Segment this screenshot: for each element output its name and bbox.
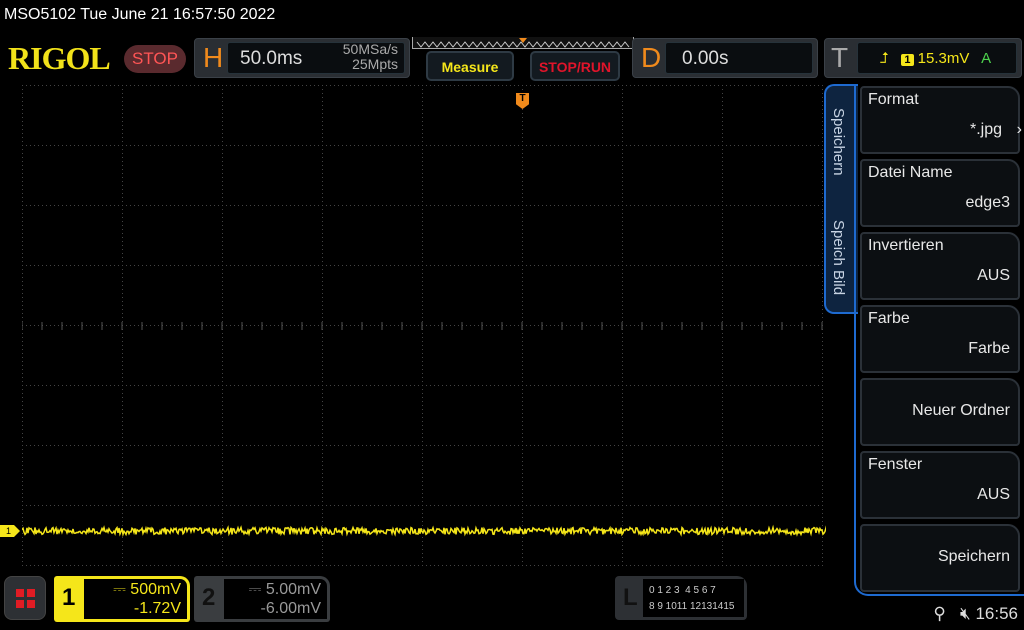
channel-2-number: 2 — [202, 584, 215, 612]
timebase-value: 50.0ms — [240, 48, 302, 70]
clock-time: 16:56 — [975, 604, 1018, 623]
menu-item-label: Farbe — [868, 310, 910, 328]
memory-overview-bar — [412, 37, 634, 49]
menu-item-label: Fenster — [868, 456, 922, 474]
menu-item-speichern[interactable]: Speichern — [860, 524, 1020, 592]
menu-item-value: *.jpg — [970, 121, 1002, 139]
mute-icon[interactable]: 🔇︎ — [960, 604, 971, 623]
acquisition-info: 50MSa/s 25Mpts — [330, 42, 398, 72]
channel-1-ground-marker[interactable]: 1 — [0, 525, 20, 537]
menu-tabs: Speichern Speich Bild — [824, 84, 858, 314]
logic-channels-row1: 0 1 2 3 4 5 6 7 — [649, 585, 716, 596]
menu-item-farbe[interactable]: Farbe Farbe — [860, 305, 1020, 373]
menu-item-label: Format — [868, 91, 919, 109]
trigger-info: ⮥ 1 15.3mV A — [880, 50, 991, 67]
menu-item-label: Datei Name — [868, 164, 952, 182]
window-title: MSO5102 Tue June 21 16:57:50 2022 — [4, 6, 275, 24]
menu-item-label: Invertieren — [868, 237, 944, 255]
trigger-source-badge: 1 — [901, 54, 913, 66]
channel-1-trace — [22, 528, 826, 535]
channel-1-number: 1 — [62, 584, 75, 612]
channel-2-offset: -6.00mV — [261, 600, 321, 618]
channel-2-panel[interactable]: 2 ⎓ 5.00mV -6.00mV — [194, 576, 330, 622]
menu-item-value: Farbe — [968, 340, 1010, 358]
channel-1-scale: 500mV — [130, 581, 181, 598]
tab-speichern[interactable]: Speichern — [830, 108, 847, 176]
horizontal-label: H — [203, 39, 223, 77]
channel-1-panel[interactable]: 1 ⎓ 500mV -1.72V — [54, 576, 190, 622]
delay-label: D — [641, 39, 661, 77]
menu-item-fenster[interactable]: Fenster AUS — [860, 451, 1020, 519]
dc-coupling-icon: ⎓ — [113, 581, 126, 598]
stop-run-button[interactable]: STOP/RUN — [530, 51, 620, 81]
dc-coupling-icon: ⎓ — [249, 581, 262, 598]
trigger-label: T — [831, 39, 848, 77]
rigol-logo: RIGOL — [8, 40, 110, 77]
menu-item-value: AUS — [977, 486, 1010, 504]
memory-depth: 25Mpts — [330, 57, 398, 72]
run-state-badge[interactable]: STOP — [124, 45, 186, 73]
menu-item-value: Neuer Ordner — [912, 402, 1010, 420]
channel-2-scale: 5.00mV — [266, 581, 321, 598]
logic-panel[interactable]: L 0 1 2 3 4 5 6 7 8 9 1011 12131415 — [615, 576, 747, 620]
rising-edge-icon: ⮥ — [880, 50, 889, 67]
channel-menu-button[interactable] — [4, 576, 46, 620]
tab-speich-bild[interactable]: Speich Bild — [830, 220, 847, 295]
trigger-level: 15.3mV — [918, 50, 970, 67]
logic-label: L — [623, 584, 638, 612]
usb-icon: ⚲ — [933, 604, 945, 623]
menu-item-value: AUS — [977, 267, 1010, 285]
sample-rate: 50MSa/s — [330, 42, 398, 57]
delay-value: 0.00s — [682, 48, 728, 70]
menu-item-invertieren[interactable]: Invertieren AUS — [860, 232, 1020, 300]
menu-item-value: edge3 — [966, 194, 1011, 212]
measure-button[interactable]: Measure — [426, 51, 514, 81]
grid-icon — [5, 577, 47, 621]
menu-item-neuer-ordner[interactable]: Neuer Ordner — [860, 378, 1020, 446]
logic-channels-row2: 8 9 1011 12131415 — [649, 601, 734, 612]
channel-1-offset: -1.72V — [134, 600, 181, 618]
menu-item-format[interactable]: Format *.jpg › — [860, 86, 1020, 154]
menu-item-datei-name[interactable]: Datei Name edge3 — [860, 159, 1020, 227]
trigger-mode: A — [981, 50, 991, 67]
waveform-grid[interactable] — [22, 85, 826, 567]
menu-item-value: Speichern — [938, 548, 1010, 566]
chevron-right-icon: › — [1017, 121, 1022, 139]
